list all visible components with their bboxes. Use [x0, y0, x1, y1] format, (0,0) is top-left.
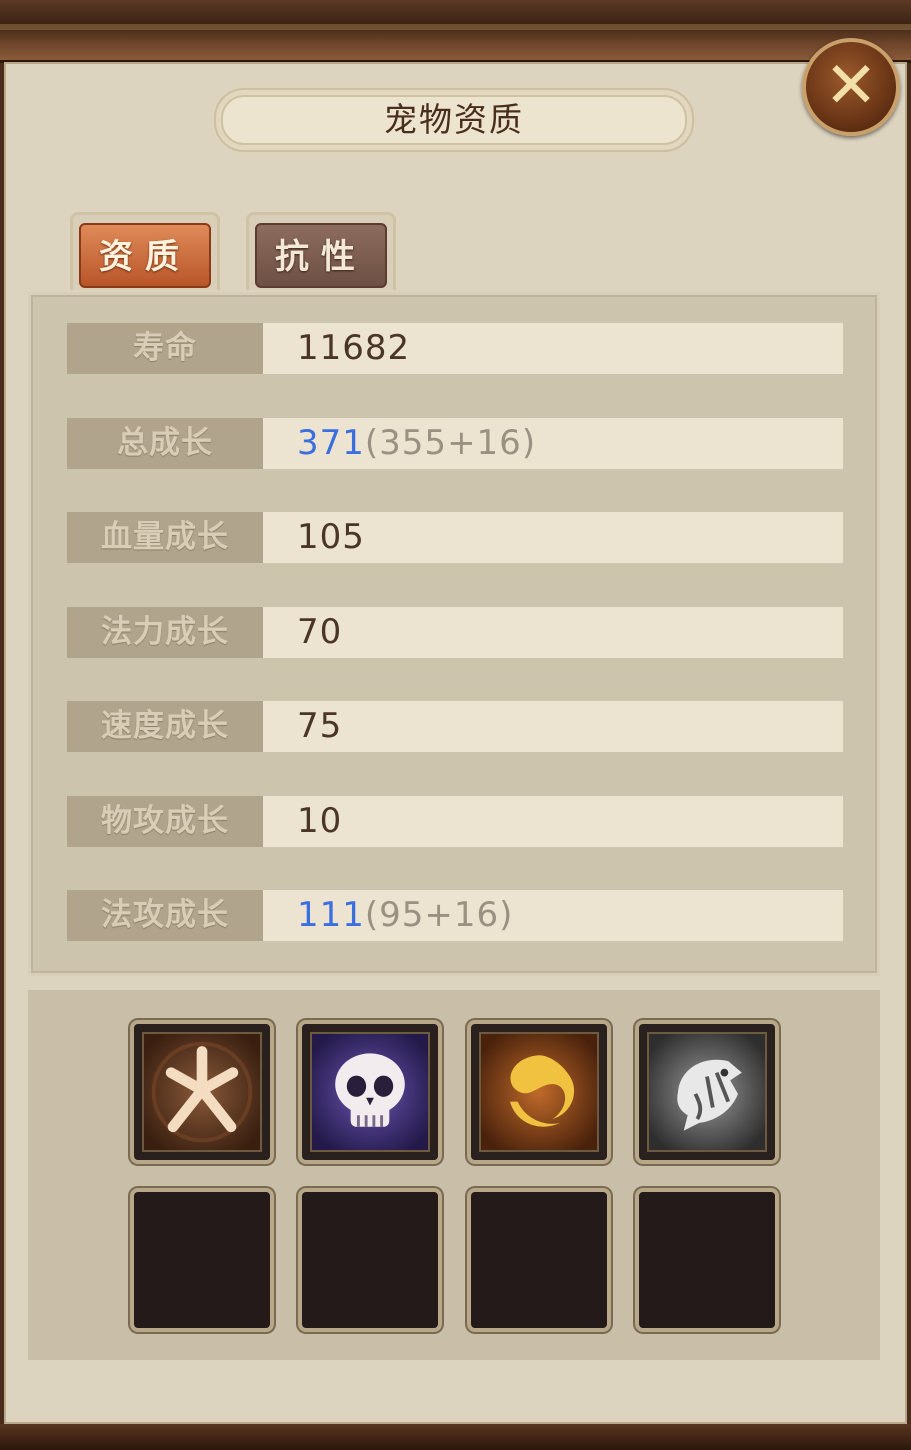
stat-row-magic-atk-growth: 法攻成长 111(95+16) [67, 890, 843, 941]
skills-panel [28, 990, 880, 1360]
stat-value: 371 [297, 423, 365, 463]
pet-aptitude-window: 宠物资质 ✕ 资质 抗性 寿命 11682 总成长 371(355+16) 血量… [0, 0, 911, 1450]
stat-value: 70 [297, 612, 343, 652]
skill-slot-4[interactable] [635, 1020, 779, 1164]
tab-resistance-label: 抗性 [255, 223, 387, 288]
skill-slot-7[interactable] [467, 1188, 611, 1332]
skill-slot-6[interactable] [298, 1188, 442, 1332]
tab-aptitude-label: 资质 [79, 223, 211, 288]
stat-value-cell: 371(355+16) [263, 418, 843, 469]
close-button[interactable]: ✕ [802, 38, 900, 136]
stat-value: 105 [297, 517, 365, 557]
skull-skill-icon [310, 1032, 430, 1152]
stat-row-lifespan: 寿命 11682 [67, 323, 843, 374]
stick-figure-skill-icon [142, 1032, 262, 1152]
stat-label: 速度成长 [67, 701, 263, 752]
stats-panel: 寿命 11682 总成长 371(355+16) 血量成长 105 法力成长 7… [28, 292, 880, 976]
stat-row-mp-growth: 法力成长 70 [67, 607, 843, 658]
stat-value: 111 [297, 895, 365, 935]
stat-value: 11682 [297, 328, 411, 368]
window-title: 宠物资质 [384, 100, 524, 139]
skill-slot-3[interactable] [467, 1020, 611, 1164]
skill-slot-5[interactable] [130, 1188, 274, 1332]
bottom-border [0, 1424, 911, 1450]
stat-row-total-growth: 总成长 371(355+16) [67, 418, 843, 469]
skill-slot-2[interactable] [298, 1020, 442, 1164]
stat-detail: (355+16) [364, 423, 537, 463]
close-x-icon: ✕ [824, 49, 878, 123]
stat-label: 物攻成长 [67, 796, 263, 847]
stat-label: 寿命 [67, 323, 263, 374]
top-border-line [0, 24, 911, 30]
tab-resistance[interactable]: 抗性 [246, 212, 396, 290]
stat-row-phys-atk-growth: 物攻成长 10 [67, 796, 843, 847]
stat-row-hp-growth: 血量成长 105 [67, 512, 843, 563]
stat-row-speed-growth: 速度成长 75 [67, 701, 843, 752]
stat-label: 总成长 [67, 418, 263, 469]
stat-value: 10 [297, 801, 343, 841]
stat-value-cell: 10 [263, 796, 843, 847]
stat-detail: (95+16) [364, 895, 514, 935]
stat-label: 法攻成长 [67, 890, 263, 941]
stat-label: 法力成长 [67, 607, 263, 658]
stat-value-cell: 70 [263, 607, 843, 658]
stat-value-cell: 75 [263, 701, 843, 752]
tab-aptitude[interactable]: 资质 [70, 212, 220, 290]
silver-beast-skill-icon [647, 1032, 767, 1152]
stat-value-cell: 111(95+16) [263, 890, 843, 941]
top-border [0, 0, 911, 63]
stat-value: 75 [297, 706, 343, 746]
title-plate: 宠物资质 [214, 88, 694, 152]
yin-swirl-skill-icon [479, 1032, 599, 1152]
stat-label: 血量成长 [67, 512, 263, 563]
stat-value-cell: 105 [263, 512, 843, 563]
stat-value-cell: 11682 [263, 323, 843, 374]
skill-slot-1[interactable] [130, 1020, 274, 1164]
skill-slot-8[interactable] [635, 1188, 779, 1332]
